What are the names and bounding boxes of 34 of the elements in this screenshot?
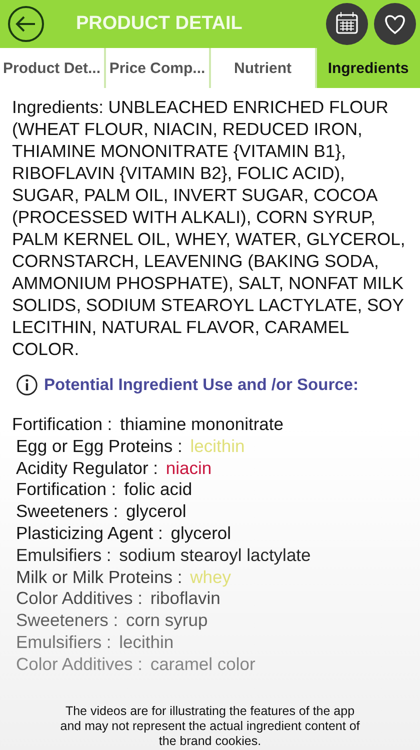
use-label: Acidity Regulator : (16, 458, 160, 478)
use-value: glycerol (126, 501, 186, 522)
use-label: Sweeteners : (16, 610, 120, 630)
screen-title: PRODUCT DETAIL (75, 13, 244, 35)
use-label: Egg or Egg Proteins : (16, 436, 184, 456)
use-value: folic acid (124, 479, 192, 500)
back-icon[interactable] (6, 4, 46, 44)
section-title: Potential Ingredient Use and /or Source: (44, 376, 358, 394)
use-label: Emulsifiers : (16, 632, 112, 652)
use-label: Plasticizing Agent : (16, 522, 164, 543)
use-value: corn syrup (126, 610, 208, 630)
use-value: lecithin (190, 436, 245, 456)
use-value: sodium stearoyl lactylate (119, 544, 311, 565)
use-label: Emulsifiers : (16, 544, 112, 565)
info-icon (16, 374, 38, 396)
tab[interactable]: Price Comp... (106, 48, 211, 88)
use-value: glycerol (170, 522, 232, 543)
use-label: Color Additives : (16, 654, 144, 674)
tab[interactable]: Product Det... (0, 48, 106, 88)
use-label: Fortification : (16, 479, 118, 500)
use-value: thiamine mononitrate (120, 414, 284, 434)
use-label: Sweeteners : (16, 501, 120, 522)
ingredients-text: Ingredients: UNBLEACHED ENRICHED FLOUR (WHEAT FLOUR, NIACIN, REDUCED IRON, THIAMINE MONONITRATE {VITAMIN B1}, RIBOFLAVIN {VITAMIN B2}, FOLIC ACID), SUGAR, PALM OIL, INVERT SUGAR, COCOA (PROCESSED WITH ALKALI), CORN SYRUP, PALM KERNEL OIL, WHEY, WATER, GLYCEROL, CORNSTARCH, LEAVENING (BAKING SODA, AMMONIUM PHOSPHATE), SALT, NONFAT MILK SOLIDS, SODIUM STEAROYL LACTYLATE, SOY LECITHIN, NATURAL FLAVOR, CARAMEL COLOR. (12, 96, 406, 360)
tab[interactable]: Nutrient (211, 48, 316, 88)
use-label: Color Additives : (16, 588, 144, 608)
use-value: niacin (166, 458, 212, 478)
disclaimer-text: The videos are for illustrating the features of the app and may not represent the actual ingredient content of the brand cookies. (60, 704, 360, 749)
use-value: riboflavin (150, 588, 220, 608)
use-value: caramel color (150, 654, 256, 674)
calendar-icon[interactable] (326, 3, 368, 45)
use-label: Milk or Milk Proteins : (16, 566, 184, 587)
use-label: Fortification : (12, 414, 114, 434)
use-value: lecithin (119, 632, 174, 652)
use-value: whey (190, 566, 231, 587)
